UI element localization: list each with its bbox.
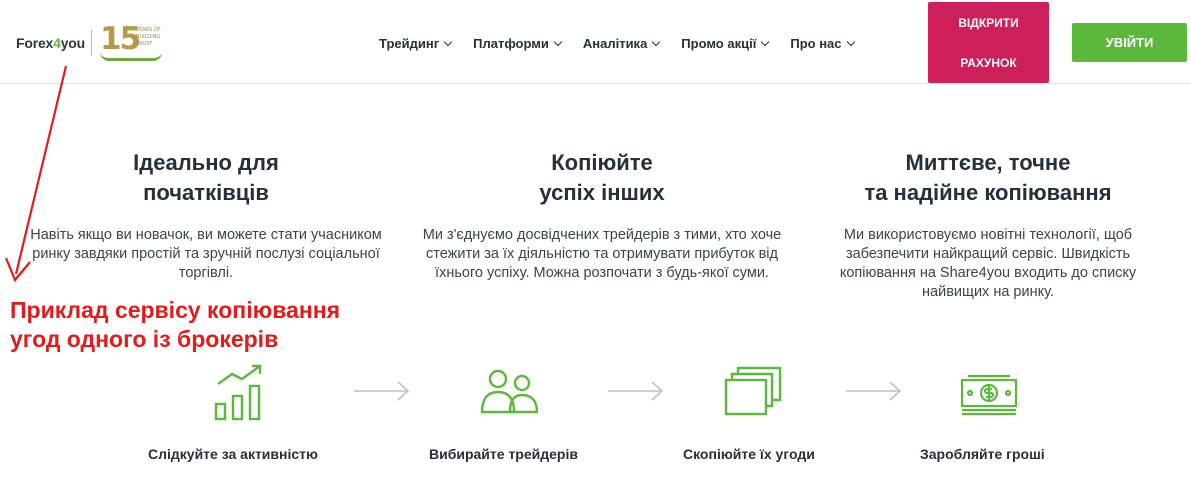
annotation-line-2: угод одного із брокерів [10,326,279,352]
nav-item-about[interactable]: Про нас [790,34,855,52]
anniversary-text-2: BUILDING [136,34,161,40]
login-label: УВІЙТИ [1105,35,1154,50]
money-stack-icon [960,374,1018,416]
growth-chart-icon [214,364,262,421]
nav-item-trading[interactable]: Трейдинг [379,34,453,52]
step-label-choose: Вибирайте трейдерів [429,446,578,462]
feature-instant-copying: Миттєве, точне та надійне копіювання Ми в… [798,148,1178,302]
annotation-arrow-icon [4,65,68,283]
anniversary-text-3: TRUST [136,41,153,47]
chevron-down-icon [761,37,770,46]
nav-item-analytics[interactable]: Аналітика [582,34,661,52]
step-label-copy: Скопіюйте їх угоди [683,446,815,462]
nav-label: Аналітика [582,35,648,51]
open-account-button[interactable]: ВІДКРИТИ РАХУНОК [928,2,1049,83]
anniversary-text-1: YEARS OF [136,27,161,33]
open-account-label-1: ВІДКРИТИ [958,15,1019,30]
nav-label: Про нас [790,35,842,51]
site-header: Forex4you 15 YEARS OF BUILDING TRUST Тре… [0,0,1191,84]
feature-text: Ми з'єднуємо досвідчених трейдерів з тим… [422,227,782,281]
feature-title: Миттєве, точне та надійне копіювання [864,150,1112,205]
copy-windows-icon [724,366,782,416]
login-button[interactable]: УВІЙТИ [1072,23,1187,62]
nav-label: Промо акції [681,35,757,51]
nav-item-platforms[interactable]: Платформи [473,34,563,52]
step-label-follow: Слідкуйте за активністю [148,446,318,462]
chevron-down-icon [652,37,661,46]
annotation-text: Приклад сервісу копіювання угод одного і… [10,296,340,354]
open-account-label-2: РАХУНОК [960,55,1017,70]
step-arrow-icon [608,381,664,401]
feature-copy-success: Копіюйте успіх інших Ми з'єднуємо досвідч… [412,148,792,283]
step-label-earn: Заробляйте гроші [920,446,1045,462]
step-arrow-icon [846,381,902,401]
annotation-line-1: Приклад сервісу копіювання [10,297,341,323]
users-icon [480,369,539,414]
chevron-down-icon [443,37,453,46]
chevron-down-icon [553,37,563,46]
chevron-down-icon [846,37,855,46]
nav-label: Трейдинг [379,35,440,51]
main-nav: Трейдинг Платформи Аналітика Промо акції… [379,34,876,52]
feature-title: Копіюйте успіх інших [539,150,665,205]
feature-text: Ми використовуємо новітні технології, що… [839,227,1137,300]
step-arrow-icon [354,381,410,401]
nav-item-promotions[interactable]: Промо акції [681,34,770,52]
nav-label: Платформи [473,35,549,51]
